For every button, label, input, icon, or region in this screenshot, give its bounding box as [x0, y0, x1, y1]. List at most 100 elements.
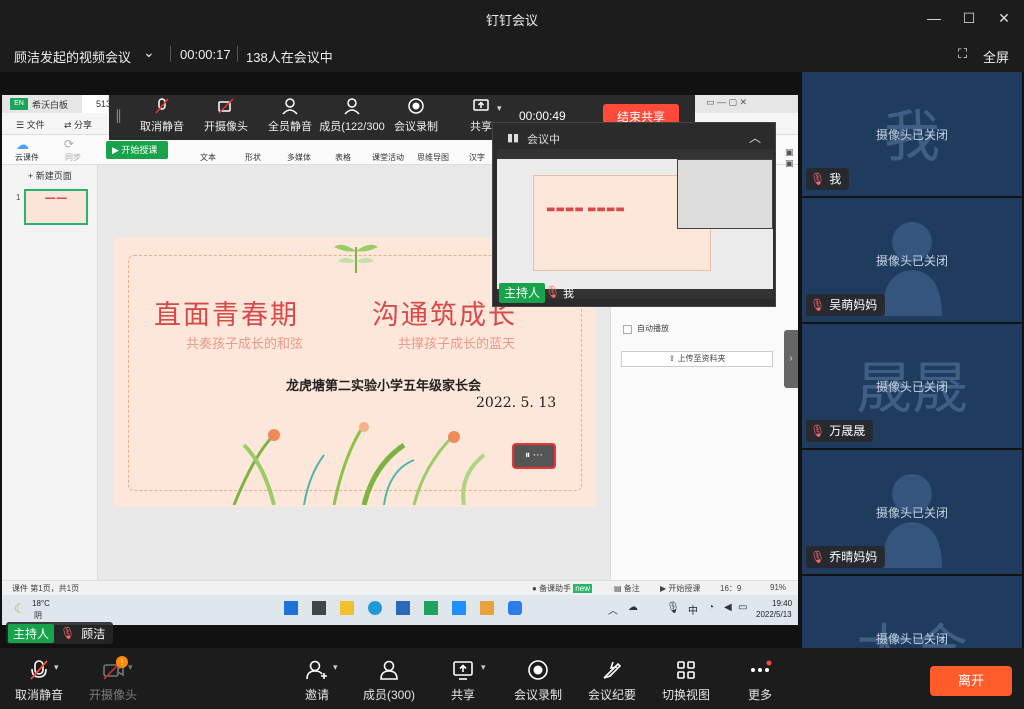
autoplay-checkbox[interactable]	[623, 325, 632, 334]
cloud-tray-icon[interactable]: ☁	[628, 602, 638, 613]
mic-off-icon: 🎙	[810, 298, 826, 312]
menu-share[interactable]: ⇄ 分享	[64, 118, 92, 131]
notes-button[interactable]: ▤ 备注	[614, 583, 640, 594]
members-button[interactable]: 成员(300)	[352, 656, 426, 706]
cloud-icon: ☁	[16, 137, 29, 152]
share-members-button[interactable]: 成员(122/300	[319, 95, 385, 140]
participant-name: 吴萌妈妈	[829, 298, 878, 312]
sync-label[interactable]: 同步	[65, 152, 81, 163]
chevron-up-icon[interactable]: ︿	[749, 129, 761, 146]
tool-hanzi[interactable]: 汉字	[469, 152, 485, 163]
aspect-ratio[interactable]: 16：9	[720, 583, 741, 594]
new-page-button[interactable]: + 新建页面	[28, 169, 72, 182]
cloud-courseware[interactable]: 云课件	[15, 152, 39, 163]
chevron-down-icon[interactable]: ▾	[128, 662, 133, 673]
invite-label: 邀请	[304, 688, 329, 702]
members-icon	[380, 660, 398, 680]
tool-text[interactable]: 文本	[200, 152, 216, 163]
chevron-down-icon[interactable]: ⌄	[143, 44, 155, 61]
meeting-app-icon[interactable]	[508, 601, 522, 615]
chevron-down-icon[interactable]: ▾	[497, 103, 502, 114]
tool-table[interactable]: 表格	[335, 152, 351, 163]
minimize-icon[interactable]: —	[924, 8, 944, 28]
floating-meeting-window[interactable]: ▮▮ 会议中 ︿ ▬▬▬▬ ▬▬▬▬ 主持人 🎙 我	[492, 122, 776, 307]
participant-panel: 我 摄像头已关闭 🎙 我 摄像头已关闭 🎙 吴萌妈妈 晟晟 摄像头已关闭 🎙 万晟晟 …	[800, 72, 1024, 648]
share-unmute-button[interactable]: 取消静音	[133, 95, 191, 140]
participant-tile[interactable]: 太含 摄像头已关闭	[802, 576, 1022, 648]
flower-decoration-icon	[232, 422, 486, 505]
fullscreen-label[interactable]: 全屏	[983, 47, 1009, 66]
media-control-button[interactable]: ⏸ ⋯	[512, 443, 556, 469]
zoom-level[interactable]: 91%	[770, 583, 786, 592]
collapse-handle[interactable]: ›	[784, 330, 798, 388]
unmute-button[interactable]: 取消静音	[2, 656, 76, 706]
more-button[interactable]: 更多	[723, 656, 797, 706]
invite-button[interactable]: 邀请	[280, 656, 354, 706]
start-teaching-status[interactable]: ▶ 开始授课	[660, 583, 700, 594]
close-icon[interactable]: ✕	[994, 8, 1014, 28]
wifi-icon[interactable]: ◔	[708, 602, 714, 613]
app-tab[interactable]: 希沃白板	[32, 98, 68, 111]
switch-view-button[interactable]: 切换视图	[649, 656, 723, 706]
preview-toolbar	[497, 149, 773, 159]
folder-icon[interactable]	[340, 601, 354, 615]
camera-off-status: 摄像头已关闭	[875, 632, 948, 646]
mic-off-icon: 🎙	[810, 550, 826, 564]
easinote-icon[interactable]	[424, 601, 438, 615]
mic-off-icon	[30, 660, 48, 680]
participant-tile[interactable]: 摄像头已关闭 🎙 乔晴妈妈	[802, 450, 1022, 574]
camera-off-icon	[218, 98, 234, 114]
shared-screen: EN 希沃白板 513 ▭ — ▢ ✕ ☰ 文件 ⇄ 分享 ☁ 云课件 ⟳ 同步…	[2, 95, 798, 625]
battery-icon[interactable]: ▭	[738, 602, 747, 613]
tool-shape[interactable]: 形状	[245, 152, 261, 163]
record-button[interactable]: 会议录制	[501, 656, 575, 706]
volume-icon[interactable]: ◀	[724, 602, 732, 613]
floating-label: 会议中	[527, 134, 560, 146]
edge-icon[interactable]	[368, 601, 382, 615]
tool-mindmap[interactable]: 思维导图	[417, 152, 449, 163]
meeting-duration: 00:00:17	[180, 47, 231, 62]
upload-button[interactable]: ⇪ 上传至资料夹	[621, 351, 773, 367]
tray-mic-icon[interactable]: 🎙	[666, 601, 680, 614]
dingtalk-icon[interactable]	[452, 601, 466, 615]
camera-button[interactable]: 开摄像头	[76, 656, 150, 706]
chevron-down-icon[interactable]: ▾	[481, 662, 486, 673]
participant-tile[interactable]: 摄像头已关闭 🎙 吴萌妈妈	[802, 198, 1022, 322]
participant-tile[interactable]: 晟晟 摄像头已关闭 🎙 万晟晟	[802, 324, 1022, 448]
app-window-controls[interactable]: ▭ — ▢ ✕	[706, 97, 747, 108]
page-number: 1	[16, 193, 21, 202]
leave-button[interactable]: 离开	[930, 666, 1012, 696]
tool-media[interactable]: 多媒体	[287, 152, 311, 163]
fullscreen-icon[interactable]: ⛶	[958, 46, 967, 62]
meeting-info-bar: 顾洁发起的视频会议 ⌄ 00:00:17 138人在会议中 ⛶ 全屏	[0, 36, 1024, 72]
start-teaching-button[interactable]: ▶ 开始授课	[106, 141, 168, 159]
slide-thumbnail[interactable]: ▬▬ ▬▬	[24, 189, 88, 225]
float-self-name: 我	[563, 288, 574, 300]
unmute-label: 取消静音	[14, 688, 63, 702]
store-icon[interactable]	[396, 601, 410, 615]
maximize-icon[interactable]: ☐	[959, 8, 979, 28]
windows-start-icon[interactable]	[284, 601, 298, 615]
chevron-down-icon[interactable]: ▾	[54, 662, 59, 673]
assistant-button[interactable]: ● 备课助手 new	[532, 583, 592, 594]
ime-indicator[interactable]: 中	[688, 602, 698, 617]
menu-file[interactable]: ☰ 文件	[16, 118, 45, 131]
mute-all-button[interactable]: 全员静音	[261, 95, 319, 140]
share-camera-button[interactable]: 开摄像头	[197, 95, 255, 140]
participant-nametag: 🎙 我	[806, 168, 850, 190]
tool-activity[interactable]: 课堂活动	[372, 152, 404, 163]
side-icons[interactable]: ▣ ▣	[785, 147, 795, 187]
participant-tile[interactable]: 我 摄像头已关闭 🎙 我	[802, 72, 1022, 196]
app-icon[interactable]	[480, 601, 494, 615]
share-record-label: 会议录制	[394, 121, 438, 133]
upload-label: 上传至资料夹	[677, 354, 726, 363]
doc-tab[interactable]: 513	[82, 95, 111, 113]
minutes-button[interactable]: 会议纪要	[575, 656, 649, 706]
tray-chevron-icon[interactable]: ︿	[608, 602, 618, 617]
taskview-icon[interactable]	[312, 601, 326, 615]
share-button[interactable]: 共享	[426, 656, 500, 706]
meeting-name[interactable]: 顾洁发起的视频会议	[14, 47, 131, 66]
share-record-button[interactable]: 会议录制	[387, 95, 445, 140]
chevron-down-icon[interactable]: ▾	[333, 662, 338, 673]
drag-handle-icon[interactable]: ∥	[115, 107, 122, 124]
